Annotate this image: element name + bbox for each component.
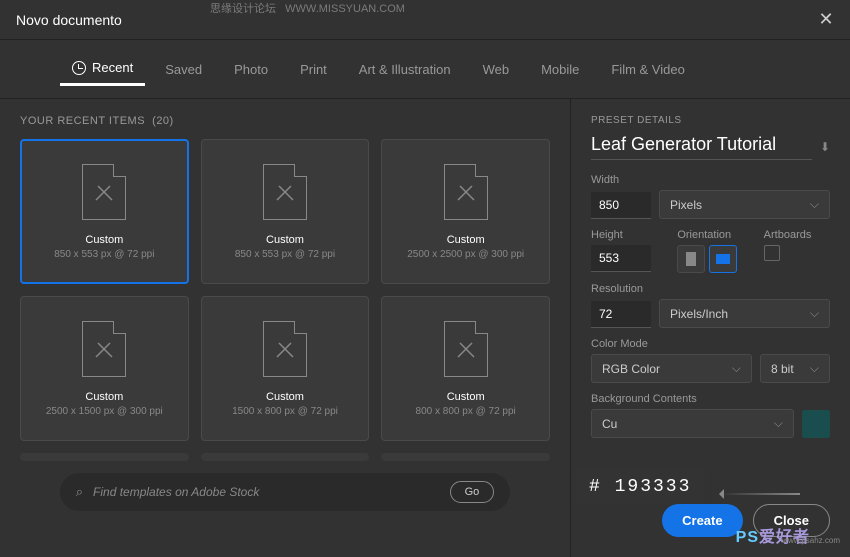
tab-saved[interactable]: Saved <box>153 54 214 85</box>
background-select[interactable]: Cu⌵ <box>591 409 794 438</box>
card-title: Custom <box>447 234 485 246</box>
card-title: Custom <box>266 391 304 403</box>
tab-web[interactable]: Web <box>471 54 522 85</box>
artboards-checkbox[interactable] <box>764 245 780 261</box>
chevron-down-icon: ⌵ <box>810 361 819 376</box>
go-button[interactable]: Go <box>450 481 495 503</box>
document-icon <box>273 180 297 204</box>
artboards-label: Artboards <box>764 229 830 241</box>
document-icon <box>454 337 478 361</box>
tab-recent[interactable]: Recent <box>60 52 145 86</box>
chevron-down-icon: ⌵ <box>810 197 819 212</box>
recent-items-label: YOUR RECENT ITEMS (20) <box>20 115 550 127</box>
card-title: Custom <box>447 391 485 403</box>
watermark-site: WWW.MISSYUAN.COM <box>285 3 405 15</box>
tab-photo[interactable]: Photo <box>222 54 280 85</box>
titlebar: Novo documento ✕ <box>0 0 850 40</box>
card-stub <box>20 453 189 461</box>
save-preset-icon[interactable]: ⬇ <box>820 140 830 154</box>
document-icon <box>454 180 478 204</box>
orientation-landscape[interactable] <box>709 245 737 273</box>
resolution-input[interactable] <box>591 301 651 328</box>
color-mode-label: Color Mode <box>591 338 830 350</box>
preset-card[interactable]: Custom 800 x 800 px @ 72 ppi <box>381 296 550 441</box>
card-subtitle: 2500 x 2500 px @ 300 ppi <box>407 249 524 260</box>
window-title: Novo documento <box>16 12 122 28</box>
background-color-swatch[interactable] <box>802 410 830 438</box>
search-input[interactable]: Find templates on Adobe Stock <box>93 485 440 499</box>
resolution-unit-select[interactable]: Pixels/Inch⌵ <box>659 299 830 328</box>
preset-details-label: PRESET DETAILS <box>591 115 830 126</box>
resolution-label: Resolution <box>591 283 830 295</box>
card-stub <box>381 453 550 461</box>
background-label: Background Contents <box>591 393 830 405</box>
document-icon <box>273 337 297 361</box>
width-label: Width <box>591 174 830 186</box>
color-hex-overlay: # 193333 <box>575 469 705 505</box>
document-icon <box>92 180 116 204</box>
search-bar: ⌕ Find templates on Adobe Stock Go <box>60 473 511 511</box>
tab-mobile[interactable]: Mobile <box>529 54 591 85</box>
clock-icon <box>72 61 86 75</box>
card-subtitle: 800 x 800 px @ 72 ppi <box>416 406 516 417</box>
category-tabs: Recent Saved Photo Print Art & Illustrat… <box>0 40 850 99</box>
preset-card[interactable]: Custom 1500 x 800 px @ 72 ppi <box>201 296 370 441</box>
card-title: Custom <box>266 234 304 246</box>
preset-card[interactable]: Custom 850 x 553 px @ 72 ppi <box>201 139 370 284</box>
width-unit-select[interactable]: Pixels⌵ <box>659 190 830 219</box>
height-input[interactable] <box>591 245 651 272</box>
create-button[interactable]: Create <box>662 504 742 537</box>
search-icon: ⌕ <box>76 484 83 500</box>
preset-card[interactable]: Custom 2500 x 1500 px @ 300 ppi <box>20 296 189 441</box>
card-subtitle: 1500 x 800 px @ 72 ppi <box>232 406 338 417</box>
card-subtitle: 850 x 553 px @ 72 ppi <box>54 249 154 260</box>
chevron-down-icon: ⌵ <box>732 361 741 376</box>
annotation-arrow <box>720 493 800 495</box>
card-subtitle: 850 x 553 px @ 72 ppi <box>235 249 335 260</box>
color-mode-select[interactable]: RGB Color⌵ <box>591 354 752 383</box>
document-icon <box>92 337 116 361</box>
bit-depth-select[interactable]: 8 bit⌵ <box>760 354 830 383</box>
height-label: Height <box>591 229 657 241</box>
preset-card[interactable]: Custom 850 x 553 px @ 72 ppi <box>20 139 189 284</box>
chevron-down-icon: ⌵ <box>774 416 783 431</box>
recent-panel: YOUR RECENT ITEMS (20) Custom 850 x 553 p… <box>0 99 570 557</box>
close-icon[interactable]: ✕ <box>818 12 834 28</box>
preset-card[interactable]: Custom 2500 x 2500 px @ 300 ppi <box>381 139 550 284</box>
chevron-down-icon: ⌵ <box>810 306 819 321</box>
width-input[interactable] <box>591 192 651 219</box>
orientation-portrait[interactable] <box>677 245 705 273</box>
tab-film[interactable]: Film & Video <box>599 54 696 85</box>
tab-print[interactable]: Print <box>288 54 339 85</box>
watermark-url: www.psahz.com <box>782 536 840 545</box>
card-subtitle: 2500 x 1500 px @ 300 ppi <box>46 406 163 417</box>
tab-art[interactable]: Art & Illustration <box>347 54 463 85</box>
document-name-input[interactable]: Leaf Generator Tutorial <box>591 134 812 160</box>
watermark-top: 思缘设计论坛 <box>210 3 276 15</box>
card-title: Custom <box>85 391 123 403</box>
card-title: Custom <box>85 234 123 246</box>
card-stub <box>201 453 370 461</box>
orientation-label: Orientation <box>677 229 743 241</box>
